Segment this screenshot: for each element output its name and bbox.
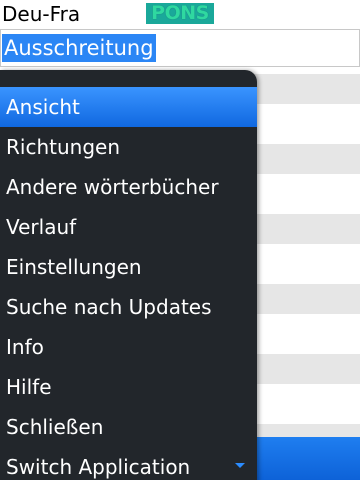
menu-item-label: Hilfe <box>6 375 52 399</box>
menu-item-schliessen[interactable]: Schließen <box>0 407 257 447</box>
menu-item-ansicht[interactable]: Ansicht <box>0 87 257 127</box>
menu-item-switch-application[interactable]: Switch Application <box>0 447 257 480</box>
menu-item-label: Andere wörterbücher <box>6 175 219 199</box>
menu-item-label: Schließen <box>6 415 104 439</box>
search-input[interactable]: Ausschreitung <box>0 29 360 67</box>
menu-item-verlauf[interactable]: Verlauf <box>0 207 257 247</box>
menu-item-suche-nach-updates[interactable]: Suche nach Updates <box>0 287 257 327</box>
pons-logo: PONS <box>146 3 214 24</box>
menu-item-hilfe[interactable]: Hilfe <box>0 367 257 407</box>
header: Deu-Fra PONS <box>0 0 360 28</box>
menu-item-label: Einstellungen <box>6 255 142 279</box>
menu-item-label: Ansicht <box>6 95 80 119</box>
search-input-value[interactable]: Ausschreitung <box>2 34 156 62</box>
screen: Deu-Fra PONS Ausschreitung Ansicht Richt… <box>0 0 360 480</box>
scroll-down-arrow-icon[interactable] <box>235 463 245 468</box>
menu-item-label: Info <box>6 335 44 359</box>
menu-item-label: Richtungen <box>6 135 120 159</box>
menu-item-label: Suche nach Updates <box>6 295 212 319</box>
menu-item-label: Verlauf <box>6 215 77 239</box>
language-pair-label[interactable]: Deu-Fra <box>2 2 80 26</box>
menu-item-richtungen[interactable]: Richtungen <box>0 127 257 167</box>
menu-item-einstellungen[interactable]: Einstellungen <box>0 247 257 287</box>
menu-item-info[interactable]: Info <box>0 327 257 367</box>
menu-item-andere-woerterbuecher[interactable]: Andere wörterbücher <box>0 167 257 207</box>
context-menu: Ansicht Richtungen Andere wörterbücher V… <box>0 70 257 480</box>
menu-item-label: Switch Application <box>6 455 191 479</box>
